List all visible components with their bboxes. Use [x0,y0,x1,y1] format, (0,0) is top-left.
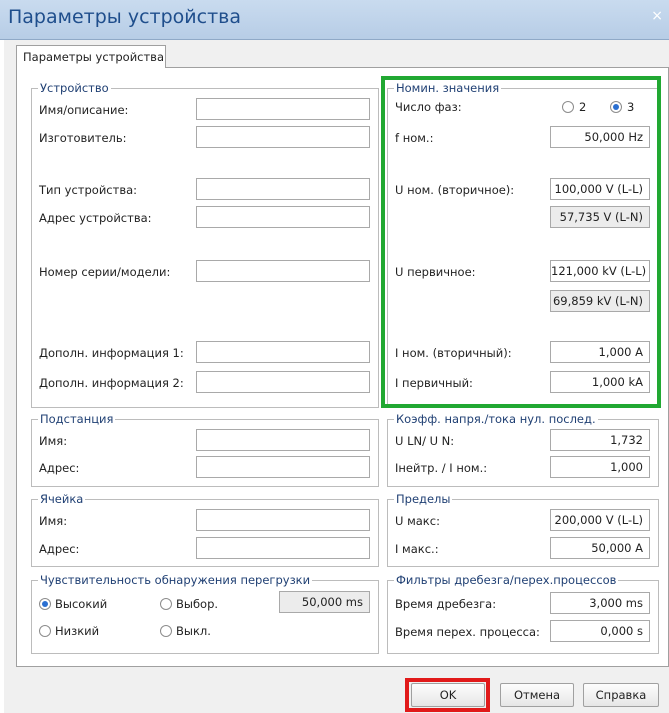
extra-info-2-field[interactable] [196,371,370,393]
fnom-field[interactable]: 50,000 Hz [550,126,650,148]
overload-value-field: 50,000 ms [279,591,370,613]
cell-name-label: Имя: [39,514,68,528]
unom-label: U ном. (вторичное): [395,183,515,197]
tab-device-parameters[interactable]: Параметры устройства [16,45,166,68]
unom-ln-field: 57,735 V (L-N) [550,206,650,228]
cell-address-field[interactable] [196,537,370,559]
extra-info-1-label: Дополн. информация 1: [39,346,184,360]
transient-label: Время перех. процесса: [395,625,540,639]
extra-info-2-label: Дополн. информация 2: [39,376,184,390]
coef-legend: Коэфф. напря./тока нул. послед. [394,412,598,426]
overload-select-radio[interactable] [160,598,172,610]
window-title: Параметры устройства [8,6,241,28]
overload-high-radio[interactable] [39,598,51,610]
substation-legend: Подстанция [38,412,116,426]
manufacturer-label: Изготовитель: [39,131,127,145]
cell-name-field[interactable] [196,509,370,531]
overload-low-label: Низкий [55,624,100,638]
unom-ll-field[interactable]: 100,000 V (L-L) [550,178,650,200]
device-name-field[interactable] [196,98,370,120]
device-address-field[interactable] [196,206,370,228]
substation-name-field[interactable] [196,429,370,451]
overload-select-label: Выбор. [176,597,219,611]
phase-3-label: 3 [627,100,635,114]
overload-legend: Чувствительность обнаружения перегрузки [38,573,313,587]
device-type-label: Тип устройства: [39,183,138,197]
imax-label: I макс.: [395,542,439,556]
cell-legend: Ячейка [38,492,86,506]
iprim-field[interactable]: 1,000 kA [550,371,650,393]
extra-info-1-field[interactable] [196,341,370,363]
substation-address-field[interactable] [196,456,370,478]
title-bar: Параметры устройства × [0,0,669,40]
close-icon[interactable]: × [651,8,663,24]
serial-model-label: Номер серии/модели: [39,265,171,279]
ineutr-label: Iнейтр. / I ном.: [395,461,488,475]
phase-2-radio[interactable] [562,101,574,113]
overload-off-label: Выкл. [176,624,211,638]
uln-un-field[interactable]: 1,732 [550,429,650,451]
overload-low-radio[interactable] [39,625,51,637]
serial-model-field[interactable] [196,260,370,282]
ok-button-highlight [405,678,490,712]
uprim-label: U первичное: [395,265,476,279]
overload-off-radio[interactable] [160,625,172,637]
inom-label: I ном. (вторичный): [395,346,512,360]
uln-un-label: U LN/ U N: [395,434,455,448]
imax-field[interactable]: 50,000 A [550,537,650,559]
device-name-label: Имя/описание: [39,103,129,117]
tab-panel: Устройство Имя/описание: Изготовитель: Т… [16,67,669,667]
phases-label: Число фаз: [395,100,462,114]
bounce-field[interactable]: 3,000 ms [550,592,650,614]
device-type-field[interactable] [196,178,370,200]
phase-2-label: 2 [579,100,587,114]
inom-field[interactable]: 1,000 A [550,341,650,363]
transient-field[interactable]: 0,000 s [550,620,650,642]
help-button[interactable]: Справка [583,683,659,707]
cancel-button[interactable]: Отмена [500,683,574,707]
cell-address-label: Адрес: [39,542,80,556]
umax-label: U макс: [395,514,440,528]
uprim-ll-field[interactable]: 121,000 kV (L-L) [550,260,650,282]
iprim-label: I первичный: [395,376,473,390]
filters-legend: Фильтры дребезга/перех.процессов [394,573,619,587]
device-group-legend: Устройство [38,81,111,95]
manufacturer-field[interactable] [196,126,370,148]
fnom-label: f ном.: [395,131,434,145]
overload-high-label: Высокий [55,597,108,611]
bounce-label: Время дребезга: [395,597,497,611]
phase-3-radio[interactable] [610,101,622,113]
limits-legend: Пределы [394,492,453,506]
umax-field[interactable]: 200,000 V (L-L) [550,509,650,531]
nominal-values-legend: Номин. значения [394,81,502,95]
substation-address-label: Адрес: [39,461,80,475]
device-address-label: Адрес устройства: [39,211,152,225]
uprim-ln-field: 69,859 kV (L-N) [550,290,650,312]
ineutr-field[interactable]: 1,000 [550,456,650,478]
substation-name-label: Имя: [39,434,68,448]
